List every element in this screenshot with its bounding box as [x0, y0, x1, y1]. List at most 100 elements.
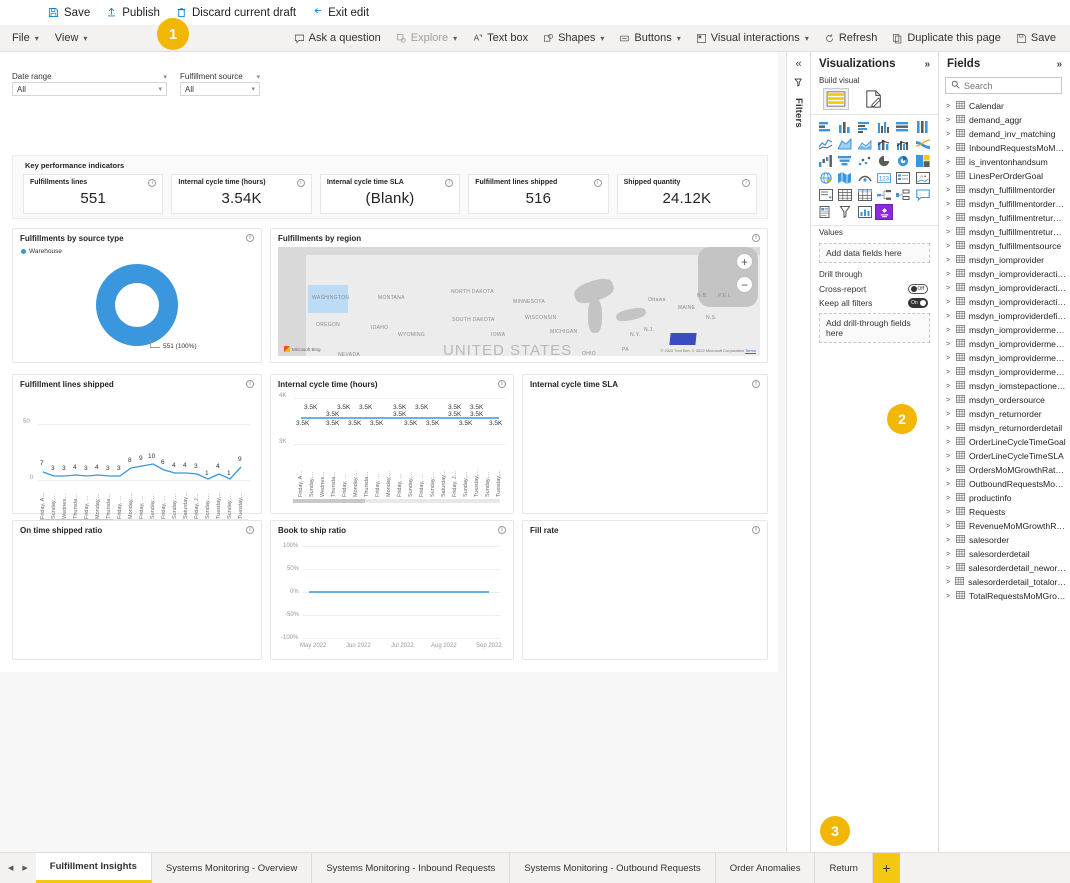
chart-scrollbar-thumb[interactable]: [293, 499, 365, 503]
chevron-right-icon[interactable]: >: [946, 481, 952, 488]
stacked-column-chart-icon[interactable]: [836, 119, 854, 135]
visual-on-time-shipped-ratio[interactable]: On time shipped ratio i: [12, 520, 262, 660]
field-row[interactable]: >Requests: [939, 505, 1070, 519]
field-row[interactable]: >msdyn_fulfillmentretur…: [939, 225, 1070, 239]
map-zoom-out-button[interactable]: −: [736, 276, 753, 293]
chevron-right-icon[interactable]: >: [946, 509, 952, 516]
stacked-bar-chart-icon[interactable]: [817, 119, 835, 135]
visual-fulfillment-lines-shipped[interactable]: Fulfillment lines shipped i 50 0 7 3 3 4…: [12, 374, 262, 514]
chevron-right-icon[interactable]: >: [946, 411, 952, 418]
save-draft-button[interactable]: Save: [48, 7, 90, 19]
map-terms-link[interactable]: Terms: [745, 348, 756, 353]
field-row[interactable]: >msdyn_iomproviderme…: [939, 365, 1070, 379]
chevron-right-icon[interactable]: >: [946, 117, 952, 124]
chevron-double-right-icon[interactable]: »: [924, 59, 930, 70]
kpi-card-internal-cycle-time-sla[interactable]: Internal cycle time SLA i (Blank): [320, 174, 460, 214]
area-chart-icon[interactable]: [836, 136, 854, 152]
chevron-right-icon[interactable]: >: [946, 229, 952, 236]
field-row[interactable]: >msdyn_iomproviderme…: [939, 323, 1070, 337]
cross-report-toggle[interactable]: Off: [908, 284, 928, 294]
publish-button[interactable]: Publish: [106, 7, 160, 19]
chevron-right-icon[interactable]: >: [946, 397, 952, 404]
chevron-right-icon[interactable]: >: [946, 299, 952, 306]
slicer-fulfillment-source-dropdown[interactable]: All ▾: [180, 82, 260, 96]
drill-through-field-well[interactable]: Add drill-through fields here: [819, 313, 930, 343]
keep-all-filters-toggle[interactable]: On: [908, 298, 928, 308]
chevron-right-icon[interactable]: >: [946, 453, 952, 460]
visual-book-to-ship-ratio[interactable]: Book to ship ratio i 100% 50% 0% -50% -1…: [270, 520, 514, 660]
chevron-right-icon[interactable]: >: [946, 103, 952, 110]
slicer-date-range-dropdown[interactable]: All ▾: [12, 82, 167, 96]
line-chart-icon[interactable]: [817, 136, 835, 152]
field-row[interactable]: >msdyn_iomstepactione…: [939, 379, 1070, 393]
field-row[interactable]: >salesorder: [939, 533, 1070, 547]
field-row[interactable]: >OutboundRequestsMo…: [939, 477, 1070, 491]
page-tab[interactable]: Fulfillment Insights: [36, 853, 152, 883]
visual-interactions-button[interactable]: Visual interactions ▾: [690, 29, 815, 47]
info-icon[interactable]: i: [752, 234, 760, 242]
chevron-right-icon[interactable]: >: [946, 173, 952, 180]
info-icon[interactable]: i: [148, 179, 156, 187]
chevron-right-icon[interactable]: >: [946, 551, 952, 558]
paginated-report-icon[interactable]: [817, 204, 835, 220]
chevron-right-icon[interactable]: >: [946, 425, 952, 432]
field-row[interactable]: >msdyn_iomprovideracti…: [939, 281, 1070, 295]
info-icon[interactable]: i: [752, 380, 760, 388]
field-row[interactable]: >msdyn_ordersource: [939, 393, 1070, 407]
filter-icon[interactable]: [793, 77, 804, 91]
map-viewport[interactable]: WASHINGTON MONTANA NORTH DAKOTA MINNESOT…: [278, 247, 760, 356]
clustered-column-chart-icon[interactable]: [875, 119, 893, 135]
field-row[interactable]: >msdyn_returnorderdetail: [939, 421, 1070, 435]
visual-fill-rate[interactable]: Fill rate i: [522, 520, 768, 660]
ribbon-chart-icon[interactable]: [914, 136, 932, 152]
fields-grid-icon[interactable]: [823, 88, 849, 110]
field-row[interactable]: >msdyn_iomproviderme…: [939, 337, 1070, 351]
chevron-right-icon[interactable]: >: [946, 579, 951, 586]
multirow-card-icon[interactable]: [894, 170, 912, 186]
field-row[interactable]: >msdyn_fulfillmentorder…: [939, 197, 1070, 211]
field-row[interactable]: >Calendar: [939, 99, 1070, 113]
field-row[interactable]: >OrderLineCycleTimeGoal: [939, 435, 1070, 449]
ribbon-save-button[interactable]: Save: [1010, 29, 1062, 47]
info-icon[interactable]: i: [246, 526, 254, 534]
info-icon[interactable]: i: [297, 179, 305, 187]
field-row[interactable]: >demand_aggr: [939, 113, 1070, 127]
pie-chart-icon[interactable]: [875, 153, 893, 169]
chevron-right-icon[interactable]: >: [946, 313, 952, 320]
visual-internal-cycle-time[interactable]: Internal cycle time (hours) i 4K 3K 3.5K…: [270, 374, 514, 514]
treemap-icon[interactable]: [914, 153, 932, 169]
field-row[interactable]: >msdyn_iomproviderme…: [939, 351, 1070, 365]
kpi-icon[interactable]: A: [914, 170, 932, 186]
key-influencers-icon[interactable]: [894, 187, 912, 203]
100-stacked-column-chart-icon[interactable]: [914, 119, 932, 135]
buttons-button[interactable]: Buttons ▾: [613, 29, 686, 47]
page-tab[interactable]: Order Anomalies: [716, 853, 816, 883]
card-icon[interactable]: 123: [875, 170, 893, 186]
arcgis-map-icon[interactable]: [856, 170, 874, 186]
scatter-chart-icon[interactable]: [856, 153, 874, 169]
clustered-bar-chart-icon[interactable]: [856, 119, 874, 135]
slicer-icon[interactable]: [817, 187, 835, 203]
page-tab[interactable]: Systems Monitoring - Inbound Requests: [312, 853, 510, 883]
info-icon[interactable]: i: [445, 179, 453, 187]
filled-map-icon[interactable]: [836, 170, 854, 186]
line-clustered-column-chart-icon[interactable]: [894, 136, 912, 152]
field-row[interactable]: >msdyn_iomprovideracti…: [939, 295, 1070, 309]
chevron-right-icon[interactable]: >: [946, 341, 952, 348]
chevron-right-icon[interactable]: >: [946, 355, 952, 362]
file-menu[interactable]: File ▾: [6, 29, 45, 47]
map-zoom-in-button[interactable]: +: [736, 253, 753, 270]
matrix-icon[interactable]: [856, 187, 874, 203]
100-stacked-bar-chart-icon[interactable]: [894, 119, 912, 135]
format-page-icon[interactable]: [861, 88, 887, 110]
visual-fulfillments-by-source-type[interactable]: Fulfillments by source type i Warehouse …: [12, 228, 262, 363]
chevron-right-icon[interactable]: >: [946, 187, 952, 194]
chevron-right-icon[interactable]: >: [946, 439, 952, 446]
field-row[interactable]: >salesorderdetail_newor…: [939, 561, 1070, 575]
info-icon[interactable]: i: [246, 380, 254, 388]
visual-internal-cycle-time-sla[interactable]: Internal cycle time SLA i: [522, 374, 768, 514]
page-tab[interactable]: Systems Monitoring - Outbound Requests: [510, 853, 715, 883]
shapes-button[interactable]: Shapes ▾: [537, 29, 610, 47]
chevron-right-icon[interactable]: >: [946, 467, 952, 474]
field-row[interactable]: >InboundRequestsMoM…: [939, 141, 1070, 155]
